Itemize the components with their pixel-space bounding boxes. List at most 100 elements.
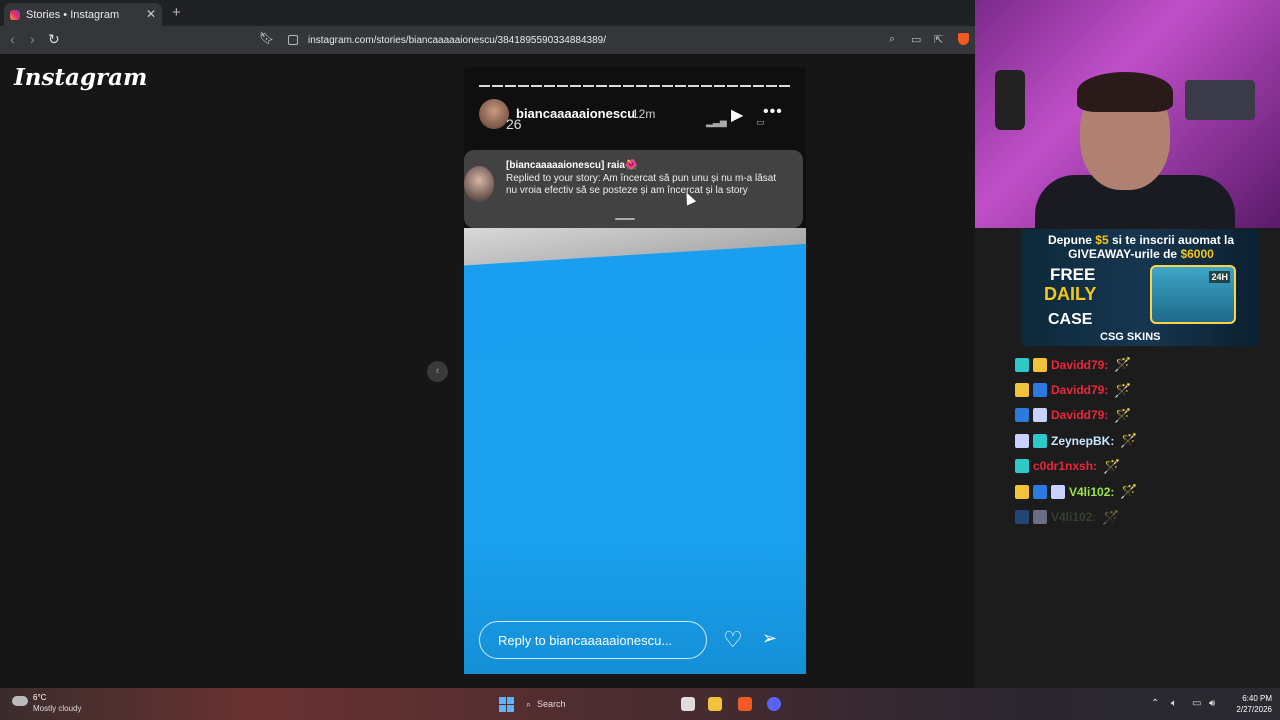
close-tab-icon[interactable]: ✕: [146, 7, 156, 21]
discord-icon[interactable]: [767, 697, 781, 711]
search-icon: ⌕: [526, 698, 532, 709]
ad-line2: GIVEAWAY-urile de $6000: [1022, 247, 1260, 261]
chat-badge-icon: [1015, 510, 1029, 525]
chat-badge-icon: [1015, 408, 1029, 423]
brave-shield-icon[interactable]: [958, 33, 969, 45]
story-progress-segment: [779, 85, 791, 87]
zoom-icon[interactable]: ⌕: [889, 33, 895, 46]
story-username[interactable]: biancaaaaaionescu: [516, 106, 635, 121]
tray-chevron-icon[interactable]: ⌃: [1151, 698, 1159, 709]
bookmark-icon[interactable]: 🔖︎: [259, 31, 274, 45]
story-progress-segment: [674, 85, 686, 87]
overlay-badge: 26: [506, 116, 522, 132]
notification-body: Replied to your story: Am încercat să pu…: [506, 173, 777, 196]
weather-temp[interactable]: 6°C: [33, 693, 46, 702]
weather-desc[interactable]: Mostly cloudy: [33, 704, 81, 713]
chat-badge-icon: [1033, 433, 1047, 448]
reply-input[interactable]: Reply to biancaaaaaionescu...: [479, 621, 707, 659]
weather-cloud-icon[interactable]: [12, 696, 28, 706]
taskbar-clock[interactable]: 6:40 PM 2/27/2026: [1228, 693, 1272, 715]
chat-badge-icon: [1015, 484, 1029, 499]
story-timestamp: 12m: [632, 107, 656, 121]
chat-badge-icon: [1015, 433, 1029, 448]
story-progress-bars: [479, 85, 791, 87]
volume-icon[interactable]: 🔊︎: [1209, 698, 1215, 709]
brave-browser-icon[interactable]: [738, 697, 752, 711]
chat-username[interactable]: Davidd79:: [1051, 408, 1108, 422]
url-field[interactable]: instagram.com/stories/biancaaaaaionescu/…: [280, 30, 975, 50]
chat-badge-icon: [1033, 357, 1047, 372]
speaker-icon[interactable]: 🔈︎: [1171, 698, 1177, 709]
chat-message: ZeynepBK: 🪄: [1015, 428, 1215, 453]
story-progress-segment: [531, 85, 543, 87]
chat-username[interactable]: Davidd79:: [1051, 383, 1108, 397]
new-tab-button[interactable]: +: [172, 4, 181, 21]
chat-badge-icon: [1015, 459, 1029, 474]
story-blue-overlay: [464, 244, 806, 674]
back-icon[interactable]: ‹: [10, 31, 15, 47]
file-explorer-icon[interactable]: [708, 697, 722, 711]
chat-username[interactable]: c0dr1nxsh:: [1033, 459, 1097, 473]
story-progress-segment: [766, 85, 778, 87]
story-progress-segment: [557, 85, 569, 87]
chat-username[interactable]: V4li102:: [1069, 485, 1114, 499]
chat-username[interactable]: Davidd79:: [1051, 358, 1108, 372]
url-text: instagram.com/stories/biancaaaaaionescu/…: [308, 34, 606, 46]
story-progress-segment: [726, 85, 738, 87]
story-progress-segment: [648, 85, 660, 87]
more-options-icon[interactable]: •••: [763, 103, 783, 121]
story-progress-segment: [505, 85, 517, 87]
ad-brand: CSG SKINS: [1100, 331, 1161, 343]
story-progress-segment: [739, 85, 751, 87]
story-progress-segment: [583, 85, 595, 87]
cast-icon[interactable]: ▭: [911, 33, 921, 46]
chest-icon: 24H: [1150, 265, 1236, 324]
site-info-icon[interactable]: [288, 35, 298, 45]
emote-icon: 🪄: [1120, 483, 1138, 500]
ad-line1-c: si te inscrii auomat la: [1108, 233, 1235, 247]
instagram-logo[interactable]: Instagram: [14, 64, 147, 91]
instagram-favicon-icon: [10, 9, 20, 20]
chat-message: Davidd79: 🪄: [1015, 377, 1215, 402]
send-icon[interactable]: ➢: [762, 628, 777, 649]
chest-label: 24H: [1209, 271, 1230, 283]
story-progress-segment: [570, 85, 582, 87]
ad-line2-amount: $6000: [1180, 247, 1214, 261]
taskbar-search[interactable]: ⌕ Search: [526, 694, 646, 714]
notification-avatar: [464, 166, 494, 202]
notification-handle[interactable]: [615, 218, 635, 220]
reload-icon[interactable]: ↻: [48, 31, 60, 48]
chat-username[interactable]: ZeynepBK:: [1051, 434, 1114, 448]
play-icon[interactable]: ▶: [731, 105, 743, 125]
story-progress-segment: [635, 85, 647, 87]
chat-username[interactable]: V4li102:: [1051, 510, 1096, 524]
emote-icon: 🪄: [1114, 406, 1132, 423]
taskview-icon[interactable]: [681, 697, 695, 711]
reply-placeholder: Reply to biancaaaaaionescu...: [498, 632, 673, 648]
ad-free: FREE: [1050, 265, 1096, 284]
chat-message: V4li102: 🪄: [1015, 479, 1215, 504]
start-button-icon[interactable]: [499, 697, 514, 712]
story-progress-segment: [700, 85, 712, 87]
forward-icon[interactable]: ›: [30, 31, 35, 47]
chat-badge-icon: [1033, 383, 1047, 398]
chat-badge-icon: [1033, 484, 1047, 499]
monitor-icon[interactable]: ▭: [1192, 698, 1201, 709]
story-progress-segment: [752, 85, 765, 87]
share-icon[interactable]: ⇱: [934, 33, 943, 46]
chat-badge-icon: [1033, 510, 1047, 525]
emote-icon: 🪄: [1102, 508, 1120, 525]
story-progress-segment: [544, 85, 556, 87]
microphone: [995, 70, 1025, 130]
story-user-avatar[interactable]: [479, 99, 509, 129]
emote-icon: 🪄: [1114, 381, 1132, 398]
chat-message: Davidd79: 🪄: [1015, 403, 1215, 428]
tab-stories-instagram[interactable]: Stories • Instagram ✕: [4, 3, 162, 26]
story-progress-segment: [622, 85, 634, 87]
ad-line1-a: Depune: [1047, 233, 1096, 247]
chat-message: V4li102: 🪄: [1015, 504, 1215, 529]
clock-date: 2/27/2026: [1236, 705, 1272, 714]
like-heart-icon[interactable]: ♡: [723, 627, 743, 653]
ad-line2-a: GIVEAWAY-urile de: [1068, 247, 1181, 261]
previous-story-button[interactable]: ‹: [427, 361, 448, 382]
